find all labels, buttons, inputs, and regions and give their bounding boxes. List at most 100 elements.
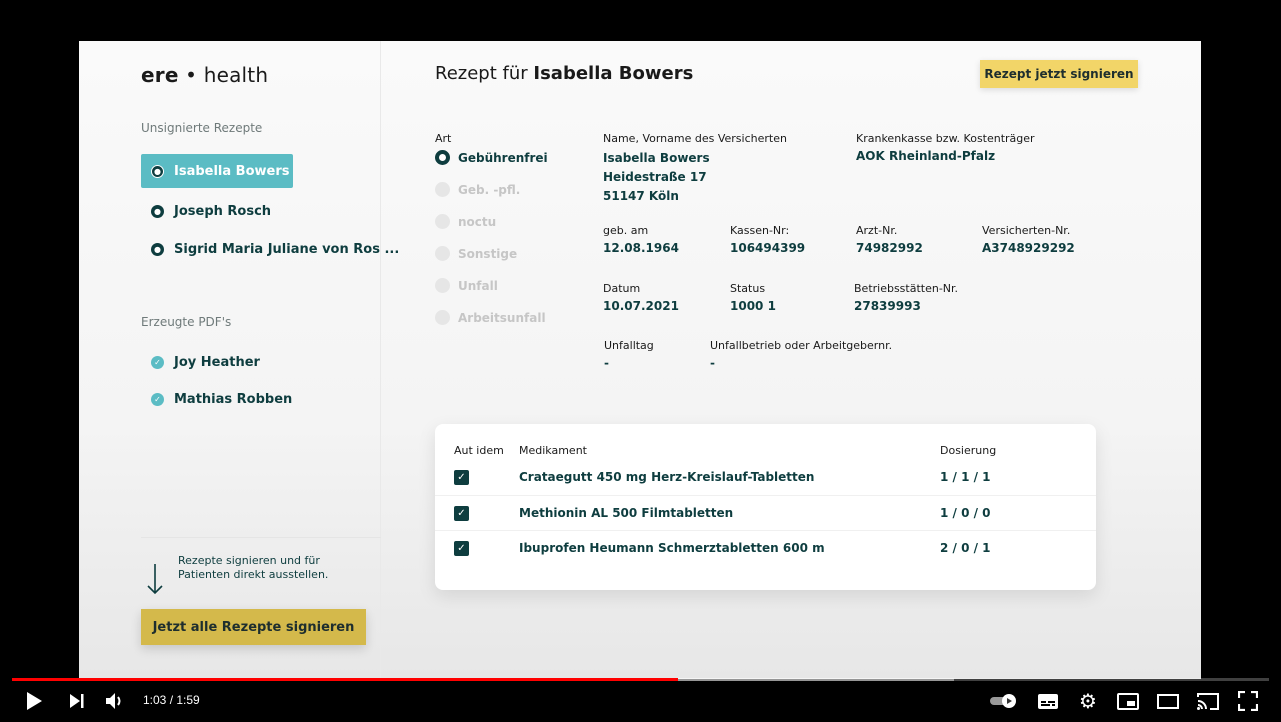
radio-label: noctu [458, 214, 497, 229]
table-row: ✓ Ibuprofen Heumann Schmerztabletten 600… [435, 530, 1096, 565]
art-option-unfall[interactable]: Unfall [435, 278, 498, 293]
radio-icon [435, 182, 450, 197]
check-icon: ✓ [151, 355, 164, 369]
logo-separator: • [185, 63, 198, 87]
sidebar-divider [141, 537, 381, 538]
radio-label: Geb. -pfl. [458, 182, 521, 197]
progress-played[interactable] [12, 678, 678, 681]
radio-selected-icon [435, 150, 450, 165]
sidebar-item-label: Joseph Rosch [174, 203, 272, 219]
radio-icon [435, 214, 450, 229]
col-medikament: Medikament [519, 444, 587, 457]
logo-left: ere [141, 63, 179, 87]
art-option-arbeitsunfall[interactable]: Arbeitsunfall [435, 310, 546, 325]
versicherten-label: Versicherten-Nr. [982, 224, 1071, 237]
insurer-value: AOK Rheinland-Pfalz [856, 149, 996, 163]
volume-icon[interactable] [104, 689, 128, 713]
sidebar-item-joseph-rosch[interactable]: ● Joseph Rosch [141, 194, 271, 228]
cast-icon[interactable] [1196, 689, 1220, 713]
aut-idem-checkbox[interactable]: ✓ [454, 506, 469, 521]
insured-street: Heidestraße 17 [603, 170, 707, 184]
pdf-item-label: Joy Heather [174, 354, 260, 370]
art-option-gebuehrenfrei[interactable]: Gebührenfrei [435, 150, 548, 165]
person-icon: ● [151, 242, 164, 256]
theater-icon[interactable] [1156, 689, 1180, 713]
betriebsstaetten-value: 27839993 [854, 299, 921, 313]
aut-idem-checkbox[interactable]: ✓ [454, 470, 469, 485]
status-label: Status [730, 282, 766, 295]
art-option-geb-pfl[interactable]: Geb. -pfl. [435, 182, 520, 197]
settings-icon[interactable]: ⚙ [1076, 689, 1100, 713]
title-patient-name: Isabella Bowers [533, 63, 694, 84]
miniplayer-icon[interactable] [1116, 689, 1140, 713]
subtitles-icon[interactable] [1036, 689, 1060, 713]
sign-hint-text: Rezepte signieren und für Patienten dire… [178, 554, 329, 581]
radio-icon [435, 278, 450, 293]
unfalltag-label: Unfalltag [604, 339, 654, 352]
kassen-label: Kassen-Nr: [730, 224, 790, 237]
art-label: Art [435, 132, 452, 145]
pdf-item-mathias-robben[interactable]: ✓ Mathias Robben [141, 382, 292, 416]
aut-idem-checkbox[interactable]: ✓ [454, 541, 469, 556]
time-display: 1:03 / 1:59 [143, 693, 200, 707]
unsigned-section-label: Unsignierte Rezepte [141, 121, 263, 135]
logo-right: health [203, 63, 269, 87]
medication-dose: 1 / 1 / 1 [940, 470, 991, 484]
medication-dose: 2 / 0 / 1 [940, 541, 991, 555]
video-frame: ere • health Unsignierte Rezepte ● Isabe… [79, 41, 1201, 679]
datum-value: 10.07.2021 [603, 299, 679, 313]
unfallbetrieb-label: Unfallbetrieb oder Arbeitgebernr. [710, 339, 893, 352]
col-aut-idem: Aut idem [454, 444, 504, 457]
radio-label: Gebührenfrei [458, 150, 548, 165]
kassen-value: 106494399 [730, 241, 806, 255]
medication-name[interactable]: Ibuprofen Heumann Schmerztabletten 600 m [519, 541, 825, 555]
dob-label: geb. am [603, 224, 649, 237]
next-icon[interactable] [65, 689, 89, 713]
radio-icon [435, 310, 450, 325]
page-title: Rezept für Isabella Bowers [435, 63, 693, 84]
medication-name[interactable]: Crataegutt 450 mg Herz-Kreislauf-Tablett… [519, 470, 814, 484]
radio-icon [435, 246, 450, 261]
app-logo: ere • health [141, 63, 268, 87]
pdf-section-label: Erzeugte PDF's [141, 315, 232, 329]
arzt-value: 74982992 [856, 241, 923, 255]
person-icon: ● [151, 164, 164, 178]
unfallbetrieb-value: - [710, 356, 715, 370]
autoplay-toggle-icon[interactable] [988, 689, 1020, 713]
check-icon: ✓ [151, 392, 164, 406]
fullscreen-icon[interactable] [1236, 689, 1260, 713]
table-row: ✓ Crataegutt 450 mg Herz-Kreislauf-Table… [435, 460, 1096, 495]
radio-label: Arbeitsunfall [458, 310, 546, 325]
art-option-noctu[interactable]: noctu [435, 214, 496, 229]
medication-table: Aut idem Medikament Dosierung ✓ Crataegu… [435, 424, 1096, 590]
betriebsstaetten-label: Betriebsstätten-Nr. [854, 282, 959, 295]
title-prefix: Rezept für [435, 63, 528, 84]
insured-city: 51147 Köln [603, 189, 679, 203]
pdf-item-label: Mathias Robben [174, 391, 293, 407]
dob-value: 12.08.1964 [603, 241, 679, 255]
sign-prescription-button[interactable]: Rezept jetzt signieren [980, 60, 1138, 88]
play-icon[interactable] [22, 689, 46, 713]
sidebar: ere • health Unsignierte Rezepte ● Isabe… [79, 41, 399, 679]
art-option-sonstige[interactable]: Sonstige [435, 246, 517, 261]
pdf-item-joy-heather[interactable]: ✓ Joy Heather [141, 345, 260, 379]
insurer-label: Krankenkasse bzw. Kostenträger [856, 132, 1035, 145]
insured-label: Name, Vorname des Versicherten [603, 132, 787, 145]
sidebar-item-label: Isabella Bowers [174, 163, 290, 179]
sidebar-item-label: Sigrid Maria Juliane von Ros ... [174, 241, 400, 257]
status-value: 1000 1 [730, 299, 776, 313]
sidebar-item-sigrid-von-ros[interactable]: ● Sigrid Maria Juliane von Ros ... [141, 232, 399, 266]
sign-all-button[interactable]: Jetzt alle Rezepte signieren [141, 609, 366, 645]
arrow-down-icon [147, 564, 163, 595]
unfalltag-value: - [604, 356, 609, 370]
sidebar-item-isabella-bowers[interactable]: ● Isabella Bowers [141, 154, 293, 188]
medication-name[interactable]: Methionin AL 500 Filmtabletten [519, 506, 733, 520]
radio-label: Unfall [458, 278, 498, 293]
arzt-label: Arzt-Nr. [856, 224, 898, 237]
person-icon: ● [151, 204, 164, 218]
medication-dose: 1 / 0 / 0 [940, 506, 991, 520]
radio-label: Sonstige [458, 246, 518, 261]
table-row: ✓ Methionin AL 500 Filmtabletten 1 / 0 /… [435, 495, 1096, 530]
datum-label: Datum [603, 282, 641, 295]
col-dosierung: Dosierung [940, 444, 997, 457]
